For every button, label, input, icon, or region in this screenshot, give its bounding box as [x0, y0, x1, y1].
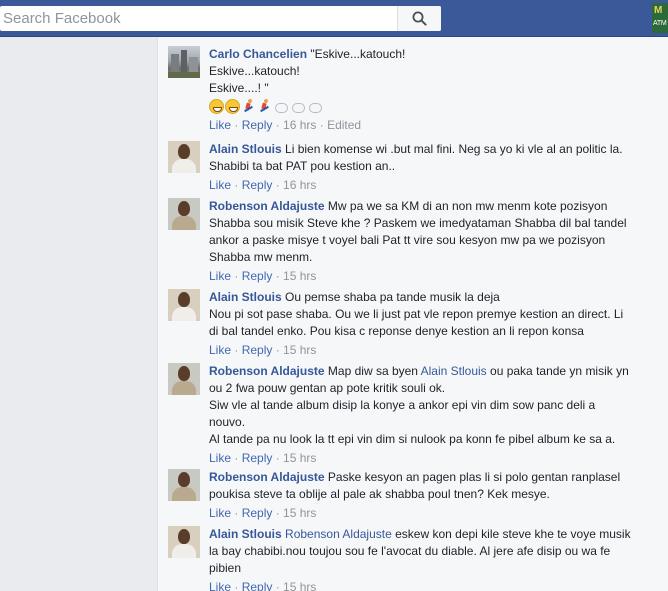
comment-meta: Like · Reply · 15 hrs	[209, 269, 317, 283]
comment-text: poukisa steve ta oblije al pale ak shabb…	[209, 487, 550, 501]
comment-text: Shabba mw menm.	[209, 250, 313, 264]
comment-meta: Like · Reply · 16 hrs · Edited	[209, 118, 362, 132]
like-link[interactable]: Like	[209, 118, 231, 132]
like-link[interactable]: Like	[209, 343, 231, 357]
comment-text: Shabibi ta bat PAT pou kestion an..	[209, 159, 396, 173]
grin-emoji-icon	[209, 99, 224, 114]
comment-body: Robenson Aldajuste Mw pa we sa KM di an …	[209, 198, 668, 285]
like-link[interactable]: Like	[209, 451, 231, 465]
reply-link[interactable]: Reply	[242, 269, 273, 283]
comment-meta: Like · Reply · 15 hrs	[209, 579, 668, 591]
dash-emoji-icon	[290, 99, 306, 114]
comment-author[interactable]: Robenson Aldajuste	[209, 470, 325, 484]
comment-body: Robenson Aldajuste Paske kesyon an pagen…	[209, 469, 668, 522]
reply-link[interactable]: Reply	[242, 506, 273, 520]
avatar[interactable]	[168, 526, 200, 558]
comment-text: ou paka tande yn misik yn	[490, 364, 629, 378]
comment-meta: Like · Reply · 16 hrs	[209, 178, 317, 192]
logo-top-text: M	[654, 5, 663, 16]
comment-meta: Like · Reply · 15 hrs	[209, 451, 317, 465]
avatar[interactable]	[168, 46, 200, 78]
comment-text: Nou pi sot pase shaba. Ou we li just pat…	[209, 307, 624, 321]
comment-author[interactable]: Alain Stlouis	[209, 142, 282, 156]
comment-time[interactable]: 15 hrs	[283, 506, 316, 520]
comment-author[interactable]: Robenson Aldajuste	[209, 364, 325, 378]
reply-link[interactable]: Reply	[242, 451, 273, 465]
comment-time[interactable]: 16 hrs	[283, 178, 316, 192]
reply-link[interactable]: Reply	[242, 178, 273, 192]
comment-text: Paske kesyon an pagen plas li si polo ge…	[327, 470, 621, 484]
edited-label[interactable]: Edited	[327, 118, 361, 132]
search-icon	[412, 11, 427, 26]
comment-text: di bal tandel enko. Pou kisa c reponse d…	[209, 324, 584, 338]
search-box	[0, 6, 441, 31]
comment-text: Al tande pa nu look la tt epi vin dim si…	[209, 432, 616, 446]
like-link[interactable]: Like	[209, 269, 231, 283]
mention-link[interactable]: Robenson Aldajuste	[285, 527, 392, 541]
comment-text: Siw vle al tande album disip la konye a …	[209, 398, 596, 412]
comment-author[interactable]: Carlo Chancelien	[209, 47, 307, 61]
comment-text: Li bien komense wi .but mal fini. Neg sa…	[285, 142, 623, 156]
comment-author[interactable]: Robenson Aldajuste	[209, 199, 325, 213]
comment-text: ou 2 fwa pouw gentan ap pote kritik soul…	[209, 381, 446, 395]
like-link[interactable]: Like	[209, 506, 231, 520]
comment-text: Eskive...katouch!	[209, 64, 300, 78]
avatar[interactable]	[168, 198, 200, 230]
avatar[interactable]	[168, 141, 200, 173]
search-button[interactable]	[397, 6, 441, 31]
comment-author[interactable]: Alain Stlouis	[209, 527, 282, 541]
comment-text: Map diw sa byen	[327, 364, 418, 378]
comment-text: la bay chabibi.nou toujou sou fe l'avoca…	[209, 544, 611, 558]
dash-emoji-icon	[307, 99, 323, 114]
comment-time[interactable]: 15 hrs	[283, 580, 316, 591]
search-input[interactable]	[0, 7, 397, 30]
runner-emoji-icon	[241, 99, 256, 114]
like-link[interactable]: Like	[209, 178, 231, 192]
comment-meta: Like · Reply · 15 hrs	[209, 506, 317, 520]
comment-text: "Eskive...katouch!	[310, 47, 406, 61]
comment-body: Robenson Aldajuste Map diw sa byen Alain…	[209, 363, 668, 467]
comment-body: Alain Stlouis Robenson Aldajuste eskew k…	[209, 526, 668, 591]
comment-body: Alain Stlouis Li bien komense wi .but ma…	[209, 141, 668, 194]
comment-text: ankor a paske misye t voyel bali Pat tt …	[209, 233, 606, 247]
avatar[interactable]	[168, 289, 200, 321]
grin-emoji-icon	[225, 99, 240, 114]
comment-author[interactable]: Alain Stlouis	[209, 290, 282, 304]
comment-time[interactable]: 16 hrs	[283, 118, 316, 132]
avatar[interactable]	[168, 469, 200, 501]
emoji-row	[209, 98, 668, 115]
comment-text: pibien	[209, 561, 242, 575]
comment-time[interactable]: 15 hrs	[283, 451, 316, 465]
comment-text: nouvo.	[209, 415, 246, 429]
comment-text: Ou pemse shaba pa tande musik la deja	[285, 290, 500, 304]
comment-text: Mw pa we sa KM di an non mw menm kote po…	[327, 199, 608, 213]
comment-body: Alain Stlouis Ou pemse shaba pa tande mu…	[209, 289, 668, 359]
comment-meta: Like · Reply · 15 hrs	[209, 343, 317, 357]
comment-text: Eskive....! "	[209, 81, 269, 95]
reply-link[interactable]: Reply	[242, 118, 273, 132]
logo-bottom-text: ATM	[653, 20, 667, 27]
comment-text: eskew kon depi kile steve khe te voye mu…	[395, 527, 631, 541]
mention-link[interactable]: Alain Stlouis	[421, 364, 487, 378]
runner-emoji-icon	[257, 99, 272, 114]
top-bar: M ATM	[0, 0, 668, 37]
reply-link[interactable]: Reply	[242, 580, 273, 591]
comment-time[interactable]: 15 hrs	[283, 269, 316, 283]
comments-panel: Carlo Chancelien "Eskive...katouch! Eski…	[157, 37, 668, 591]
partial-app-logo[interactable]: M ATM	[652, 3, 668, 33]
avatar[interactable]	[168, 363, 200, 395]
like-link[interactable]: Like	[209, 580, 231, 591]
comment-time[interactable]: 15 hrs	[283, 343, 316, 357]
dash-emoji-icon	[273, 99, 289, 114]
comment-body: Carlo Chancelien "Eskive...katouch! Eski…	[209, 46, 668, 134]
reply-link[interactable]: Reply	[242, 343, 273, 357]
comment-text: Shabba sou misik Steve khe ? Paskem we i…	[209, 216, 627, 230]
